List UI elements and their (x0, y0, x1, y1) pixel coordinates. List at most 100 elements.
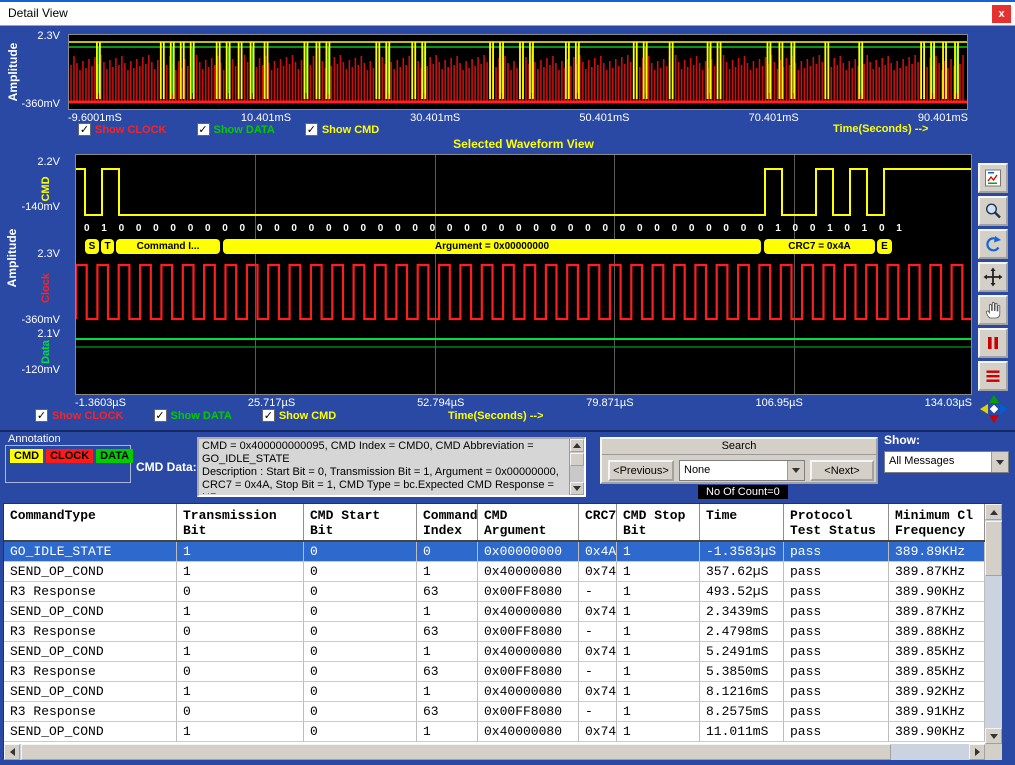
time-tick-label: 30.401mS (410, 112, 460, 124)
show-data-label: Show DATA (214, 124, 275, 136)
column-header[interactable]: CMDArgument (478, 504, 579, 540)
close-button[interactable]: x (992, 5, 1011, 23)
bit-label: 0 (568, 223, 574, 234)
table-cell: 8.2575mS (700, 702, 784, 722)
table-cell: 1 (417, 562, 478, 582)
table-cell: 0x00FF8080 (478, 582, 579, 602)
bit-label: 0 (464, 223, 470, 234)
table-cell: SEND_OP_COND (4, 682, 177, 702)
window-accent-line (0, 0, 1015, 2)
table-row[interactable]: R3 Response00630x00FF8080-15.3850mSpass3… (4, 662, 985, 682)
overview-waveform-plot[interactable] (68, 34, 968, 110)
table-cell: 1 (617, 622, 700, 642)
pause-button[interactable] (978, 328, 1008, 358)
time-tick-label: -1.3603µS (75, 397, 126, 409)
scroll-thumb[interactable] (985, 521, 1002, 576)
overview-time-axis-label: Time(Seconds) --> (833, 123, 928, 135)
window-title: Detail View (8, 6, 68, 20)
bit-label: 0 (378, 223, 384, 234)
dropdown-button[interactable] (991, 452, 1008, 472)
bit-label: 0 (844, 223, 850, 234)
detail-time-axis-label: Time(Seconds) --> (448, 410, 543, 422)
menu-lines-button[interactable] (978, 361, 1008, 391)
scroll-left-button[interactable] (4, 744, 20, 760)
column-header[interactable]: TransmissionBit (177, 504, 304, 540)
bit-label: 0 (637, 223, 643, 234)
table-row[interactable]: SEND_OP_COND1010x400000800x741357.62µSpa… (4, 562, 985, 582)
column-header[interactable]: Time (700, 504, 784, 540)
detail-time-ticks: -1.3603µS25.717µS52.794µS79.871µS106.95µ… (75, 397, 972, 409)
show-cmd-checkbox[interactable]: ✓ (305, 123, 318, 136)
column-header[interactable]: CMD StartBit (304, 504, 417, 540)
table-row[interactable]: SEND_OP_COND1010x400000800x74111.011mSpa… (4, 722, 985, 742)
bit-label: 0 (551, 223, 557, 234)
table-vertical-scrollbar[interactable] (985, 504, 1002, 744)
search-filter-combobox[interactable]: None (679, 460, 805, 481)
column-header[interactable]: CRC7 (579, 504, 617, 540)
previous-button[interactable]: <Previous> (608, 460, 674, 481)
column-header[interactable]: CommandType (4, 504, 177, 540)
undo-button[interactable] (978, 229, 1008, 259)
next-button[interactable]: <Next> (810, 460, 874, 481)
detail-waveform-plot[interactable]: 0100000000000000000000000000000000000000… (75, 154, 972, 395)
table-row[interactable]: R3 Response00630x00FF8080-1493.52µSpass3… (4, 582, 985, 602)
dropdown-button[interactable] (787, 461, 804, 480)
column-header[interactable]: CommandIndex (417, 504, 478, 540)
table-cell: 5.3850mS (700, 662, 784, 682)
show-cmd-checkbox[interactable]: ✓ (262, 409, 275, 422)
scroll-down-button[interactable] (570, 482, 584, 495)
table-cell: 0x00000000 (478, 542, 579, 562)
cmd-annotation-bar: STCommand I...Argument = 0x00000000CRC7 … (76, 239, 971, 255)
table-cell: 0x4A (579, 542, 617, 562)
scroll-thumb[interactable] (21, 744, 891, 760)
scroll-up-button[interactable] (985, 504, 1002, 520)
show-data-checkbox[interactable]: ✓ (154, 409, 167, 422)
table-cell: R3 Response (4, 702, 177, 722)
table-cell: 8.1216mS (700, 682, 784, 702)
clock-ymin-label: -360mV (14, 314, 60, 326)
table-cell: pass (784, 582, 889, 602)
table-horizontal-scrollbar[interactable] (4, 744, 985, 760)
column-header[interactable]: Minimum ClFrequency (889, 504, 985, 540)
move-button[interactable] (978, 262, 1008, 292)
column-header[interactable]: ProtocolTest Status (784, 504, 889, 540)
table-row[interactable]: SEND_OP_COND1010x400000800x7418.1216mSpa… (4, 682, 985, 702)
down-arrow-icon (990, 734, 998, 739)
table-header-row: CommandTypeTransmissionBitCMD StartBitCo… (4, 504, 985, 542)
pan-button[interactable] (978, 295, 1008, 325)
zoom-button[interactable] (978, 196, 1008, 226)
cmd-data-scrollbar[interactable] (569, 439, 584, 495)
table-row[interactable]: SEND_OP_COND1010x400000800x7415.2491mSpa… (4, 642, 985, 662)
bit-label: 0 (412, 223, 418, 234)
table-grid[interactable]: CommandTypeTransmissionBitCMD StartBitCo… (4, 504, 985, 744)
data-waveform (76, 331, 972, 375)
column-header[interactable]: CMD StopBit (617, 504, 700, 540)
table-row[interactable]: R3 Response00630x00FF8080-18.2575mSpass3… (4, 702, 985, 722)
table-row[interactable]: GO_IDLE_STATE1000x000000000x4A1-1.3583µS… (4, 542, 985, 562)
title-bar[interactable]: Detail View x (0, 2, 1015, 26)
scroll-up-button[interactable] (570, 439, 584, 452)
table-cell: 389.85KHz (889, 642, 985, 662)
navigate-compass-icon[interactable] (979, 394, 1009, 424)
table-cell: 0 (177, 582, 304, 602)
report-button[interactable] (978, 163, 1008, 193)
table-cell: pass (784, 542, 889, 562)
scroll-down-button[interactable] (985, 728, 1002, 744)
show-clock-checkbox[interactable]: ✓ (35, 409, 48, 422)
bit-label: 1 (101, 223, 107, 234)
show-clock-checkbox[interactable]: ✓ (78, 123, 91, 136)
table-cell: 1 (177, 542, 304, 562)
bit-label: 0 (481, 223, 487, 234)
table-row[interactable]: SEND_OP_COND1010x400000800x7412.3439mSpa… (4, 602, 985, 622)
bit-label: 0 (689, 223, 695, 234)
table-row[interactable]: R3 Response00630x00FF8080-12.4798mSpass3… (4, 622, 985, 642)
show-messages-combobox[interactable]: All Messages (884, 451, 1009, 473)
scroll-right-button[interactable] (969, 744, 985, 760)
show-data-checkbox[interactable]: ✓ (197, 123, 210, 136)
scroll-thumb[interactable] (570, 453, 584, 466)
bit-label: 0 (136, 223, 142, 234)
bit-label: 0 (810, 223, 816, 234)
table-cell: 0 (177, 622, 304, 642)
bit-label: 0 (274, 223, 280, 234)
cmd-data-box[interactable]: CMD = 0x400000000095, CMD Index = CMD0, … (197, 437, 586, 497)
